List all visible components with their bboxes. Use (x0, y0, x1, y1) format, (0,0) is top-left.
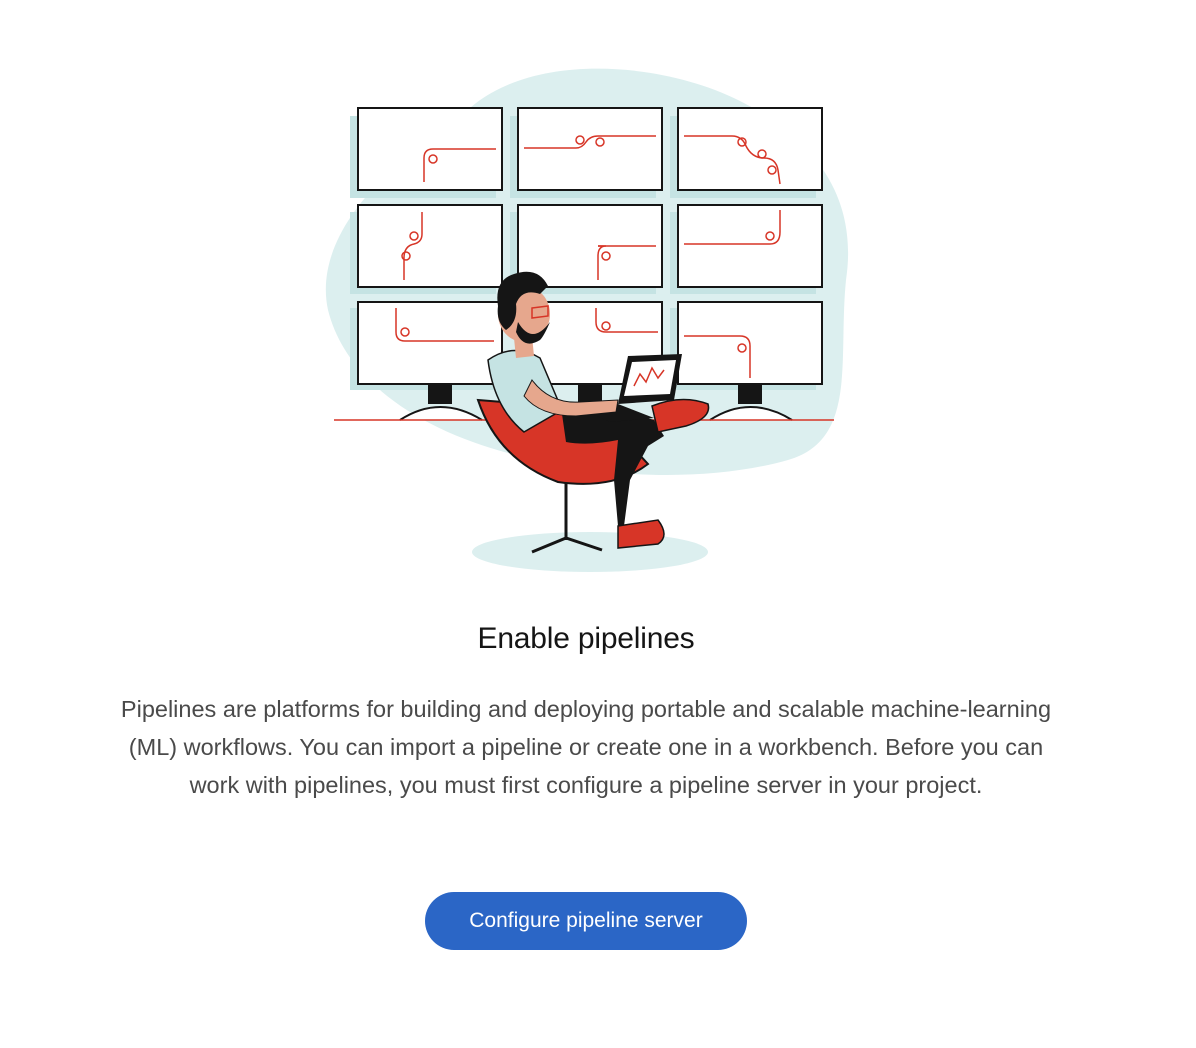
monitor (357, 204, 503, 288)
floor-shadow (472, 532, 708, 572)
monitor (677, 204, 823, 288)
monitor (357, 301, 503, 385)
empty-state-page: Enable pipelines Pipelines are platforms… (0, 0, 1196, 1048)
configure-pipeline-server-button[interactable]: Configure pipeline server (425, 892, 747, 950)
page-title: Enable pipelines (477, 622, 695, 655)
empty-state-description: Pipelines are platforms for building and… (120, 696, 1052, 798)
monitor (517, 107, 663, 191)
monitor (677, 107, 823, 191)
pipelines-illustration (325, 68, 849, 572)
